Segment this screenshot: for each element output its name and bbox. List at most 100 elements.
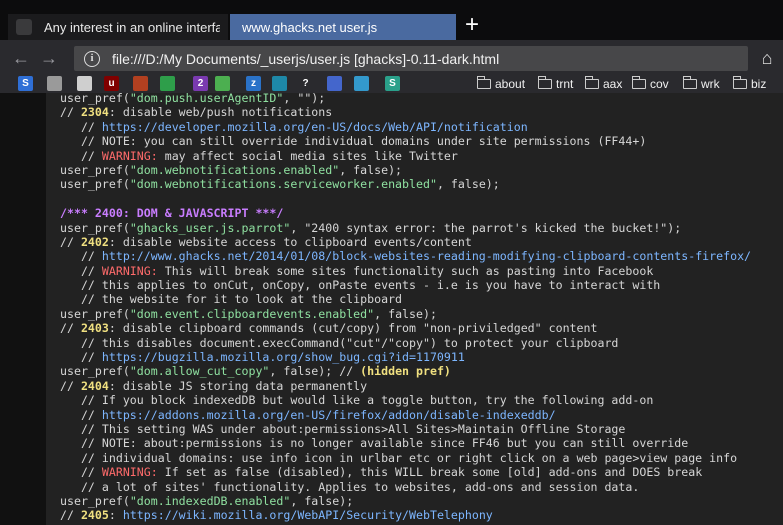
code-line: user_pref("dom.allow_cut_copy", false); … — [60, 364, 751, 378]
eye-icon[interactable] — [272, 76, 287, 91]
tab-user-js[interactable]: www.ghacks.net user.js — [230, 14, 456, 40]
code-link[interactable]: http://www.ghacks.net/2014/01/08/block-w… — [102, 249, 751, 263]
code-token: // — [60, 249, 102, 264]
refresh-icon[interactable] — [354, 76, 369, 91]
code-link[interactable]: https://wiki.mozilla.org/WebAPI/Security… — [123, 508, 493, 522]
zotero-icon[interactable]: z — [246, 76, 261, 91]
code-token: // — [60, 465, 102, 480]
code-token: // — [60, 105, 81, 120]
code-token: // a lot of sites' functionality. Applie… — [60, 479, 640, 494]
code-token: WARNING: — [101, 148, 158, 163]
code-line: // This setting WAS under about:permissi… — [60, 422, 751, 436]
page-icon[interactable] — [47, 76, 62, 91]
bookmark-folder-label: trnt — [556, 77, 574, 91]
bookmark-folder-biz[interactable]: biz — [732, 76, 767, 92]
code-token: , false); — [374, 306, 437, 321]
folder-icon — [537, 76, 552, 89]
code-token: /*** 2400: DOM & JAVASCRIPT ***/ — [60, 206, 284, 221]
bookmark-folder-aax[interactable]: aax — [584, 76, 622, 92]
url-text[interactable]: file:///D:/My Documents/_userjs/user.js … — [112, 51, 499, 67]
code-token: // — [60, 378, 81, 393]
code-token: user_pref( — [60, 162, 130, 177]
home-icon[interactable]: ⌂ — [756, 48, 778, 68]
code-line: // this applies to onCut, onCopy, onPast… — [60, 278, 751, 292]
code-line: // WARNING: If set as false (disabled), … — [60, 465, 751, 479]
navigation-bar: ← → i file:///D:/My Documents/_userjs/us… — [0, 40, 783, 76]
bookmark-folder-label: biz — [751, 77, 767, 91]
forward-arrow-icon[interactable]: → — [36, 45, 62, 71]
code-token: // If you block indexedDB but would like… — [60, 393, 654, 408]
code-line: // 2404: disable JS storing data permane… — [60, 379, 751, 393]
leaf-icon[interactable] — [215, 76, 230, 91]
badge-icon[interactable]: 2 — [193, 76, 208, 91]
code-token: // the website for it to look at the cli… — [60, 292, 403, 307]
s2-icon[interactable]: S — [385, 76, 400, 91]
code-token: : — [108, 508, 123, 523]
code-token: // — [60, 119, 102, 134]
page-content: user_pref("dom.push.userAgentID", "");//… — [0, 93, 783, 525]
code-line: /*** 2400: DOM & JAVASCRIPT ***/ — [60, 206, 751, 220]
tab-title: Any interest in an online interfa — [44, 19, 220, 35]
code-line: // the website for it to look at the cli… — [60, 292, 751, 306]
bookmark-folder-about[interactable]: about — [476, 76, 526, 92]
code-token: may affect social media sites like Twitt… — [157, 148, 458, 163]
code-line: // https://developer.mozilla.org/en-US/d… — [60, 120, 751, 134]
code-line: // 2405: https://wiki.mozilla.org/WebAPI… — [60, 508, 751, 522]
code-token: : disable clipboard commands (cut/copy) … — [108, 321, 598, 336]
code-line: user_pref("dom.push.userAgentID", ""); — [60, 93, 751, 105]
code-line: // a lot of sites' functionality. Applie… — [60, 480, 751, 494]
code-link[interactable]: https://developer.mozilla.org/en-US/docs… — [102, 120, 528, 134]
code-token: // — [60, 148, 102, 163]
code-token: // This setting WAS under about:permissi… — [60, 421, 626, 436]
info-icon[interactable]: i — [84, 50, 100, 67]
code-link[interactable]: https://addons.mozilla.org/en-US/firefox… — [102, 408, 556, 422]
recycle-icon[interactable] — [160, 76, 175, 91]
bookmark-folder-trnt[interactable]: trnt — [537, 76, 574, 92]
question-icon[interactable]: ? — [298, 76, 313, 91]
trash-icon[interactable] — [133, 76, 148, 91]
code-token: // this disables document.execCommand("c… — [60, 335, 619, 350]
back-arrow-icon[interactable]: ← — [8, 45, 34, 71]
code-token: // — [60, 234, 81, 249]
s-icon[interactable]: S — [18, 76, 33, 91]
code-token: // — [60, 350, 102, 365]
bookmark-folder-label: about — [495, 77, 526, 91]
code-token: // NOTE: about:permissions is no longer … — [60, 436, 689, 451]
code-line: // https://bugzilla.mozilla.org/show_bug… — [60, 350, 751, 364]
code-line: user_pref("dom.webnotifications.enabled"… — [60, 163, 751, 177]
tab-any-interest[interactable]: Any interest in an online interfa — [8, 14, 228, 40]
code-token: // — [60, 508, 81, 523]
folder-icon — [476, 76, 491, 89]
code-token: "dom.event.clipboardevents.enabled" — [129, 306, 375, 321]
new-tab-plus-icon[interactable]: + — [460, 13, 484, 39]
url-bar[interactable]: i file:///D:/My Documents/_userjs/user.j… — [74, 46, 748, 71]
grid-icon[interactable] — [77, 76, 92, 91]
code-token: "ghacks_user.js.parrot" — [129, 220, 291, 235]
code-token: "dom.indexedDB.enabled" — [129, 493, 291, 508]
code-link[interactable]: https://bugzilla.mozilla.org/show_bug.cg… — [102, 350, 465, 364]
code-token: "dom.webnotifications.serviceworker.enab… — [129, 177, 437, 192]
code-token: If set as false (disabled), this WILL br… — [157, 465, 703, 480]
code-token: 2405 — [80, 508, 109, 523]
arrows-icon[interactable] — [327, 76, 342, 91]
bookmark-folder-cov[interactable]: cov — [631, 76, 669, 92]
code-token: user_pref( — [60, 306, 130, 321]
folder-icon — [682, 76, 697, 89]
ublock-icon[interactable]: u — [104, 76, 119, 91]
code-token: 2304 — [80, 105, 109, 120]
bookmark-folder-wrk[interactable]: wrk — [682, 76, 720, 92]
code-token: "dom.push.userAgentID" — [129, 93, 284, 105]
code-token: // NOTE: you can still override individu… — [60, 134, 647, 149]
code-token: : disable website access to clipboard ev… — [108, 234, 472, 249]
code-token: (hidden pref) — [360, 364, 451, 379]
code-token: // — [60, 263, 102, 278]
code-line: // If you block indexedDB but would like… — [60, 393, 751, 407]
code-token: user_pref( — [60, 93, 130, 105]
code-token: "dom.webnotifications.enabled" — [129, 162, 340, 177]
code-line: // NOTE: about:permissions is no longer … — [60, 436, 751, 450]
code-listing: user_pref("dom.push.userAgentID", "");//… — [60, 93, 751, 523]
code-line: user_pref("dom.webnotifications.servicew… — [60, 177, 751, 191]
code-line: user_pref("ghacks_user.js.parrot", "2400… — [60, 221, 751, 235]
code-token: : disable JS storing data permanently — [108, 378, 368, 393]
